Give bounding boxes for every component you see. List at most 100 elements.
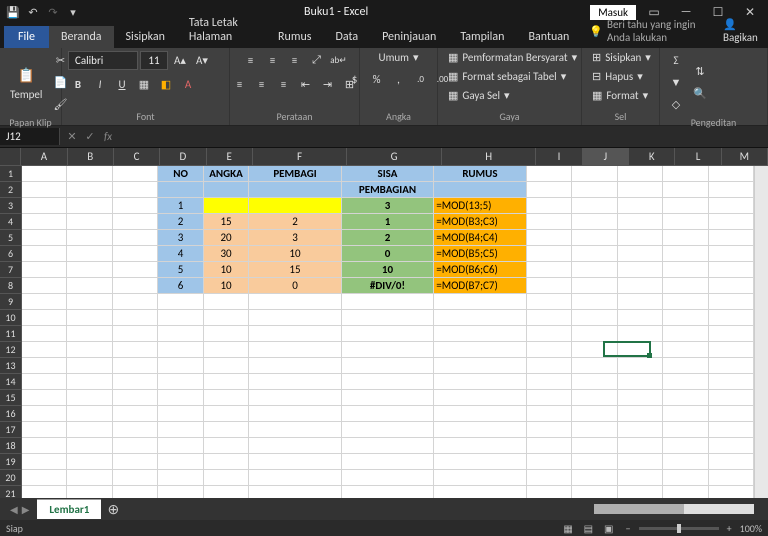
cell-G5[interactable]: 2 <box>342 230 434 246</box>
cell-B18[interactable] <box>67 438 112 454</box>
cell-L12[interactable] <box>663 342 708 358</box>
cell-E11[interactable] <box>204 326 249 342</box>
row-header-5[interactable]: 5 <box>0 230 22 246</box>
cell-M7[interactable] <box>709 262 754 278</box>
row-header-11[interactable]: 11 <box>0 326 22 342</box>
cell-M15[interactable] <box>709 390 754 406</box>
cell-L13[interactable] <box>663 358 708 374</box>
cell-A8[interactable] <box>22 278 67 294</box>
cell-K2[interactable] <box>618 182 663 198</box>
sort-filter-icon[interactable]: ⇅ <box>690 61 710 81</box>
cell-D2[interactable] <box>158 182 203 198</box>
cell-J18[interactable] <box>572 438 617 454</box>
zoom-in-button[interactable]: + <box>727 522 732 535</box>
paste-button[interactable]: 📋Tempel <box>6 62 46 103</box>
italic-button[interactable]: I <box>90 74 110 94</box>
cell-K14[interactable] <box>618 374 663 390</box>
row-header-4[interactable]: 4 <box>0 214 22 230</box>
align-middle-icon[interactable]: ≡ <box>263 50 283 70</box>
cell-M12[interactable] <box>709 342 754 358</box>
cell-K11[interactable] <box>618 326 663 342</box>
cell-G18[interactable] <box>342 438 434 454</box>
cell-M1[interactable] <box>709 166 754 182</box>
cell-M21[interactable] <box>709 486 754 498</box>
cell-B12[interactable] <box>67 342 112 358</box>
cell-G20[interactable] <box>342 470 434 486</box>
cell-A1[interactable] <box>22 166 67 182</box>
sheet-nav-next-icon[interactable]: ▶ <box>22 503 30 516</box>
cell-H20[interactable] <box>434 470 526 486</box>
align-bottom-icon[interactable]: ≡ <box>285 50 305 70</box>
row-header-2[interactable]: 2 <box>0 182 22 198</box>
cell-G19[interactable] <box>342 454 434 470</box>
cell-J16[interactable] <box>572 406 617 422</box>
cell-G12[interactable] <box>342 342 434 358</box>
cell-D10[interactable] <box>158 310 203 326</box>
view-normal-icon[interactable]: ▦ <box>559 522 577 535</box>
cell-I17[interactable] <box>527 422 572 438</box>
cell-G21[interactable] <box>342 486 434 498</box>
cell-H15[interactable] <box>434 390 526 406</box>
cell-B8[interactable] <box>67 278 112 294</box>
cell-D16[interactable] <box>158 406 203 422</box>
insert-cells-button[interactable]: ⊞Sisipkan ▾ <box>588 50 655 65</box>
cell-M5[interactable] <box>709 230 754 246</box>
tab-beranda[interactable]: Beranda <box>49 26 114 48</box>
cell-I7[interactable] <box>527 262 572 278</box>
cell-I12[interactable] <box>527 342 572 358</box>
cell-M20[interactable] <box>709 470 754 486</box>
cell-E21[interactable] <box>204 486 249 498</box>
row-header-1[interactable]: 1 <box>0 166 22 182</box>
cell-F20[interactable] <box>249 470 341 486</box>
percent-icon[interactable]: % <box>367 69 387 89</box>
cell-E19[interactable] <box>204 454 249 470</box>
underline-button[interactable]: U <box>112 74 132 94</box>
border-button[interactable]: ▦ <box>134 74 154 94</box>
zoom-slider[interactable] <box>639 527 719 530</box>
cell-H5[interactable]: =MOD(B4;C4) <box>434 230 526 246</box>
col-header-B[interactable]: B <box>68 148 114 166</box>
align-center-icon[interactable]: ≡ <box>252 74 272 94</box>
cell-H11[interactable] <box>434 326 526 342</box>
cell-C12[interactable] <box>113 342 158 358</box>
autosum-icon[interactable]: Σ <box>666 50 686 70</box>
cell-D17[interactable] <box>158 422 203 438</box>
cell-B11[interactable] <box>67 326 112 342</box>
col-header-H[interactable]: H <box>442 148 537 166</box>
cell-C15[interactable] <box>113 390 158 406</box>
align-right-icon[interactable]: ≡ <box>274 74 294 94</box>
col-header-M[interactable]: M <box>722 148 768 166</box>
row-header-10[interactable]: 10 <box>0 310 22 326</box>
cell-K6[interactable] <box>618 246 663 262</box>
cell-A19[interactable] <box>22 454 67 470</box>
cell-J19[interactable] <box>572 454 617 470</box>
cell-I8[interactable] <box>527 278 572 294</box>
cell-M13[interactable] <box>709 358 754 374</box>
conditional-format-button[interactable]: ▦Pemformatan Bersyarat ▾ <box>444 50 581 65</box>
cell-F11[interactable] <box>249 326 341 342</box>
cell-A7[interactable] <box>22 262 67 278</box>
fill-icon[interactable]: ▼ <box>666 72 686 92</box>
col-header-E[interactable]: E <box>207 148 253 166</box>
cell-H10[interactable] <box>434 310 526 326</box>
cell-L5[interactable] <box>663 230 708 246</box>
cell-H12[interactable] <box>434 342 526 358</box>
cell-B17[interactable] <box>67 422 112 438</box>
cell-D12[interactable] <box>158 342 203 358</box>
cell-B7[interactable] <box>67 262 112 278</box>
font-color-button[interactable]: A <box>178 74 198 94</box>
cell-C10[interactable] <box>113 310 158 326</box>
find-select-icon[interactable]: 🔍 <box>690 83 710 103</box>
cell-E15[interactable] <box>204 390 249 406</box>
cell-J12[interactable] <box>572 342 617 358</box>
cell-B2[interactable] <box>67 182 112 198</box>
cell-M2[interactable] <box>709 182 754 198</box>
cell-A13[interactable] <box>22 358 67 374</box>
delete-cells-button[interactable]: ⊟Hapus ▾ <box>588 69 647 84</box>
cell-F14[interactable] <box>249 374 341 390</box>
cell-J1[interactable] <box>572 166 617 182</box>
cell-I6[interactable] <box>527 246 572 262</box>
tab-sisipkan[interactable]: Sisipkan <box>114 26 177 48</box>
cell-F16[interactable] <box>249 406 341 422</box>
cell-D9[interactable] <box>158 294 203 310</box>
